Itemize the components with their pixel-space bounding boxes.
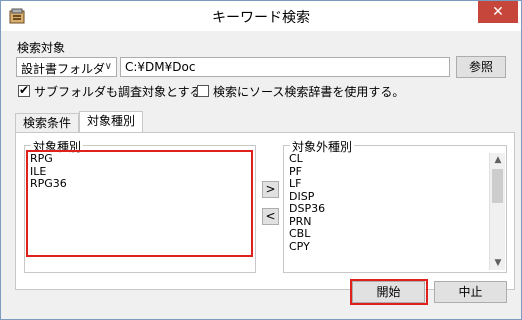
- dialog-body: 検索対象 設計書フォルダ ∨ C:¥DM¥Doc 参照 ✔ サブフォルダも調査対…: [7, 31, 515, 313]
- target-types-highlight: [26, 150, 253, 257]
- list-item[interactable]: CBL: [285, 227, 505, 241]
- move-to-left-button[interactable]: <: [262, 208, 279, 225]
- vertical-scrollbar[interactable]: ▲ ▼: [489, 153, 505, 270]
- tab-search-conditions[interactable]: 検索条件: [15, 113, 79, 133]
- scroll-down-icon[interactable]: ▼: [490, 256, 506, 270]
- folder-type-select[interactable]: 設計書フォルダ ∨: [16, 57, 117, 77]
- path-value: C:¥DM¥Doc: [125, 60, 196, 74]
- scroll-up-icon[interactable]: ▲: [490, 153, 506, 167]
- excluded-types-group: 対象外種別 CL PF LF DISP DSP36 PRN CBL CPY ▲ …: [283, 138, 507, 273]
- list-item[interactable]: CPY: [285, 240, 505, 254]
- cancel-button[interactable]: 中止: [434, 281, 507, 303]
- folder-type-value: 設計書フォルダ: [21, 62, 106, 76]
- keyword-search-dialog: キーワード検索 ✕ 検索対象 設計書フォルダ ∨ C:¥DM¥Doc 参照 ✔ …: [0, 0, 522, 320]
- list-item[interactable]: PF: [285, 165, 505, 179]
- tab-target-types[interactable]: 対象種別: [79, 111, 143, 133]
- include-subfolders-checkbox[interactable]: ✔: [18, 83, 30, 97]
- use-source-dictionary-checkbox[interactable]: [197, 85, 209, 97]
- close-button[interactable]: ✕: [478, 1, 518, 23]
- scrollbar-thumb[interactable]: [492, 169, 503, 203]
- chevron-down-icon: ∨: [104, 61, 112, 72]
- start-button-highlight: [350, 279, 428, 305]
- checkmark-icon: ✔: [19, 83, 30, 97]
- search-target-label: 検索対象: [17, 41, 66, 55]
- excluded-types-list[interactable]: CL PF LF DISP DSP36 PRN CBL CPY ▲ ▼: [285, 152, 505, 270]
- close-icon: ✕: [492, 4, 504, 20]
- title-bar: キーワード検索 ✕: [1, 1, 521, 31]
- path-input[interactable]: C:¥DM¥Doc: [120, 57, 450, 77]
- move-to-right-button[interactable]: >: [262, 181, 279, 198]
- use-source-dictionary-label: 検索にソース検索辞書を使用する。: [213, 85, 405, 99]
- list-item[interactable]: CL: [285, 152, 505, 166]
- browse-button[interactable]: 参照: [456, 56, 506, 78]
- list-item[interactable]: DSP36: [285, 202, 505, 216]
- include-subfolders-label: サブフォルダも調査対象とする。: [34, 85, 214, 99]
- window-title: キーワード検索: [212, 10, 310, 26]
- target-types-panel: 対象種別 RPG ILE RPG36 > < 対象外種別 CL PF LF DI…: [15, 132, 515, 290]
- list-item[interactable]: PRN: [285, 215, 505, 229]
- list-item[interactable]: LF: [285, 177, 505, 191]
